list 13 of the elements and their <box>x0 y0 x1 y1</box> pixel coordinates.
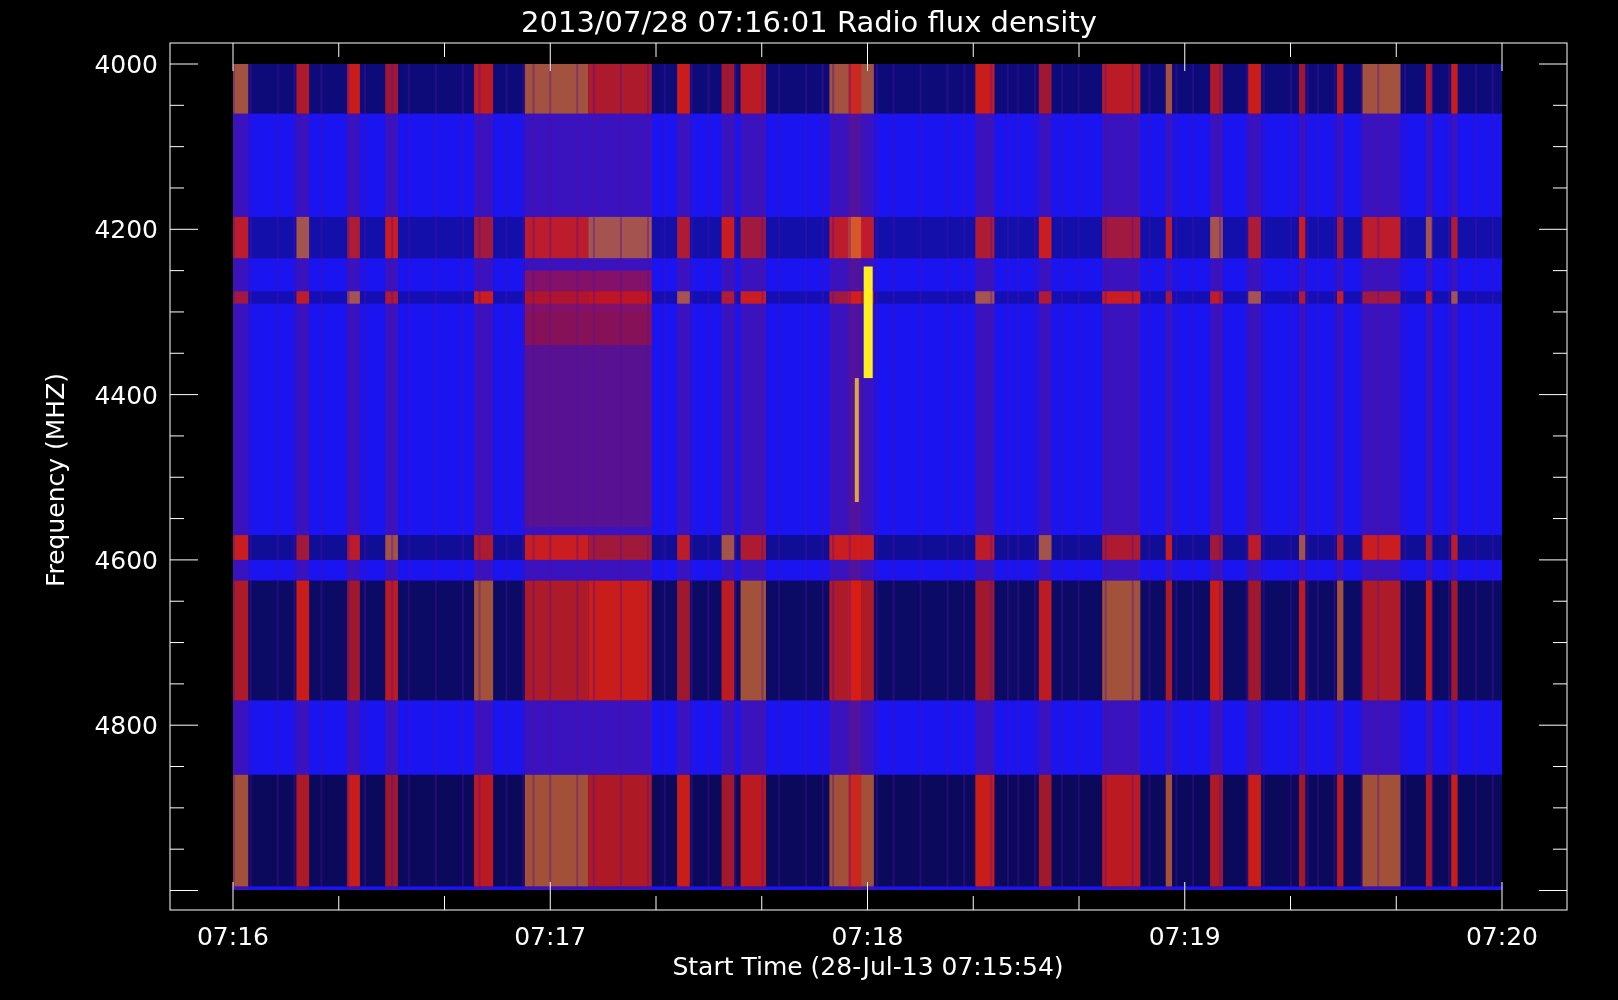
x-tick-label: 07:18 <box>831 922 904 951</box>
y-tick-label: 4600 <box>94 545 158 575</box>
y-tick-label: 4400 <box>94 380 158 410</box>
x-tick-label: 07:16 <box>197 922 269 951</box>
x-tick-label: 07:17 <box>514 922 587 951</box>
x-tick-label: 07:19 <box>1148 922 1221 951</box>
chart-title: 2013/07/28 07:16:01 Radio flux density <box>521 5 1097 39</box>
x-tick-label: 07:20 <box>1466 922 1538 951</box>
y-tick-label: 4800 <box>94 711 158 741</box>
y-axis-label: Frequency (MHZ) <box>41 372 70 588</box>
y-tick-label: 4200 <box>94 215 158 245</box>
y-tick-label: 4000 <box>94 50 158 79</box>
x-axis-label: Start Time (28-Jul-13 07:15:54) <box>672 952 1064 981</box>
